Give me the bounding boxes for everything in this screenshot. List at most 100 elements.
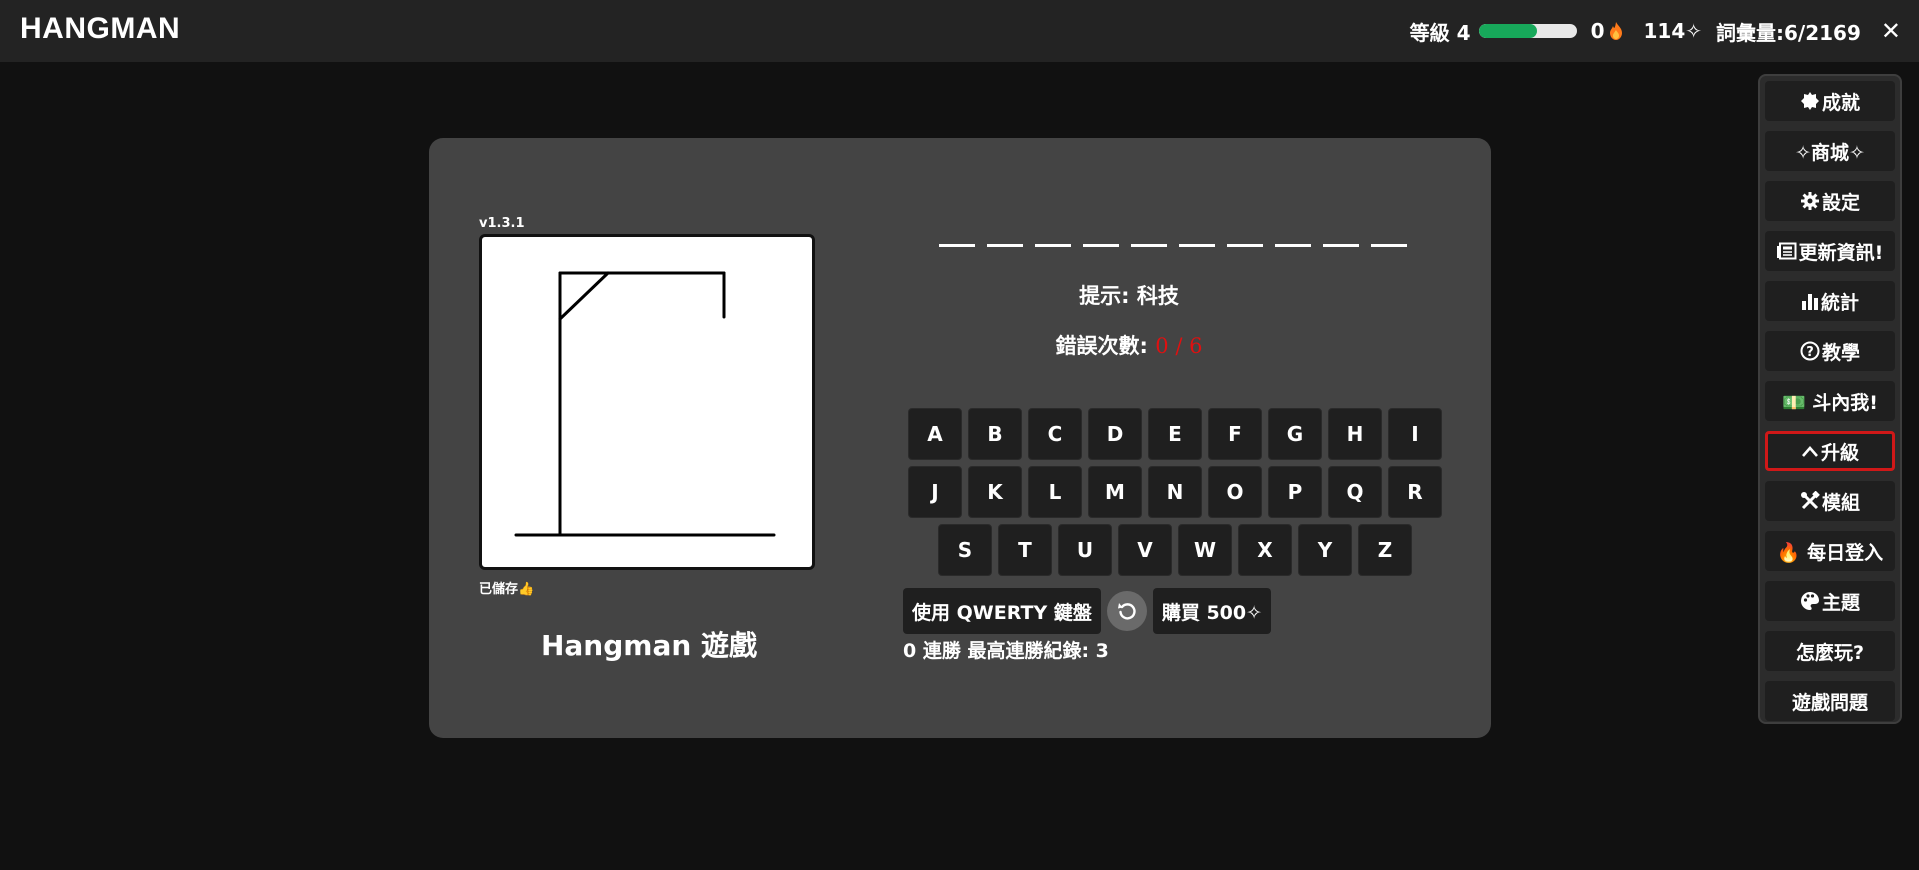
letter-key-h[interactable]: H bbox=[1328, 408, 1382, 460]
tutorial-label: 教學 bbox=[1821, 341, 1860, 364]
theme-label: 主題 bbox=[1821, 591, 1860, 614]
close-icon[interactable]: ✕ bbox=[1881, 17, 1901, 45]
reset-button[interactable] bbox=[1106, 591, 1147, 631]
gear-icon bbox=[1800, 192, 1819, 210]
letter-key-e[interactable]: E bbox=[1148, 408, 1202, 460]
letter-blank bbox=[1275, 216, 1311, 247]
how-to-play-button[interactable]: 怎麼玩? bbox=[1765, 631, 1895, 671]
keyboard-tools: 使用 QWERTY 鍵盤 購買 500✧ bbox=[903, 588, 1272, 634]
settings-label: 設定 bbox=[1821, 191, 1860, 214]
letter-blank bbox=[1131, 216, 1167, 247]
gallows-drawing bbox=[514, 271, 776, 537]
letter-key-v[interactable]: V bbox=[1118, 524, 1172, 576]
letter-blank bbox=[1035, 216, 1071, 247]
game-panel: v1.3.1 已儲存👍 Hangman 遊戲 提示: 科技 錯誤次數: 0 / … bbox=[429, 138, 1491, 738]
letter-blank bbox=[1083, 216, 1119, 247]
letter-key-x[interactable]: X bbox=[1238, 524, 1292, 576]
letter-blank bbox=[939, 216, 975, 247]
letter-key-w[interactable]: W bbox=[1178, 524, 1232, 576]
letter-key-d[interactable]: D bbox=[1088, 408, 1142, 460]
letter-key-z[interactable]: Z bbox=[1358, 524, 1412, 576]
vocab-label: 詞彙量:6/2169 bbox=[1716, 20, 1861, 45]
vocab-indicator: 詞彙量:6/2169 bbox=[1716, 17, 1861, 46]
letter-blank bbox=[1323, 216, 1359, 247]
points-indicator: 114✧ bbox=[1643, 19, 1702, 43]
settings-button[interactable]: 設定 bbox=[1765, 181, 1895, 221]
letter-key-t[interactable]: T bbox=[998, 524, 1052, 576]
tutorial-button[interactable]: ? 教學 bbox=[1765, 331, 1895, 371]
letter-key-r[interactable]: R bbox=[1388, 466, 1442, 518]
points-value: 114✧ bbox=[1643, 19, 1702, 43]
side-menu: 成就 ✧商城✧ 設定 更新資訊! 統計 ? 教學 💵 斗內我! 升級 模組 🔥 … bbox=[1758, 74, 1902, 724]
letter-key-b[interactable]: B bbox=[968, 408, 1022, 460]
version-label: v1.3.1 bbox=[479, 216, 525, 231]
achievements-label: 成就 bbox=[1821, 91, 1860, 114]
question-circle-icon: ? bbox=[1800, 341, 1820, 361]
letter-key-c[interactable]: C bbox=[1028, 408, 1082, 460]
saved-label: 已儲存👍 bbox=[479, 582, 535, 597]
statistics-label: 統計 bbox=[1820, 291, 1859, 314]
letter-key-a[interactable]: A bbox=[908, 408, 962, 460]
hint-text: 提示: 科技 bbox=[1079, 284, 1179, 308]
letter-key-j[interactable]: J bbox=[908, 466, 962, 518]
level-indicator: 等級 4 bbox=[1410, 17, 1591, 46]
flame-icon bbox=[1610, 22, 1623, 40]
letter-key-u[interactable]: U bbox=[1058, 524, 1112, 576]
letter-key-l[interactable]: L bbox=[1028, 466, 1082, 518]
chevron-up-icon bbox=[1802, 446, 1818, 457]
letter-key-k[interactable]: K bbox=[968, 466, 1022, 518]
letter-key-n[interactable]: N bbox=[1148, 466, 1202, 518]
letter-blank bbox=[1371, 216, 1407, 247]
errors-count: 0 / 6 bbox=[1155, 334, 1203, 358]
daily-login-label: 🔥 每日登入 bbox=[1776, 541, 1884, 564]
win-streak-text: 0 連勝 最高連勝紀錄: 3 bbox=[903, 640, 1109, 662]
updates-label: 更新資訊! bbox=[1798, 241, 1884, 264]
error-counter: 錯誤次數: 0 / 6 bbox=[879, 330, 1379, 360]
level-label: 等級 4 bbox=[1409, 20, 1471, 45]
game-issues-label: 遊戲問題 bbox=[1791, 691, 1868, 714]
streak-indicator: 0 bbox=[1591, 19, 1626, 43]
buy-button[interactable]: 購買 500✧ bbox=[1152, 588, 1272, 634]
theme-button[interactable]: 主題 bbox=[1765, 581, 1895, 621]
letter-key-o[interactable]: O bbox=[1208, 466, 1262, 518]
letter-key-q[interactable]: Q bbox=[1328, 466, 1382, 518]
letter-blank bbox=[987, 216, 1023, 247]
word-blanks bbox=[939, 216, 1407, 247]
letter-key-y[interactable]: Y bbox=[1298, 524, 1352, 576]
letter-keyboard: ABCDEFGHI JKLMNOPQR STUVWXYZ bbox=[905, 408, 1445, 582]
how-to-play-label: 怎麼玩? bbox=[1795, 641, 1865, 664]
letter-key-f[interactable]: F bbox=[1208, 408, 1262, 460]
qwerty-toggle-button[interactable]: 使用 QWERTY 鍵盤 bbox=[903, 588, 1101, 634]
shop-button[interactable]: ✧商城✧ bbox=[1765, 131, 1895, 171]
game-title: Hangman 遊戲 bbox=[540, 629, 758, 662]
daily-login-button[interactable]: 🔥 每日登入 bbox=[1765, 531, 1895, 571]
hangman-canvas bbox=[479, 234, 815, 570]
game-issues-button[interactable]: 遊戲問題 bbox=[1765, 681, 1895, 721]
letter-key-s[interactable]: S bbox=[938, 524, 992, 576]
letter-key-m[interactable]: M bbox=[1088, 466, 1142, 518]
level-progress-fill bbox=[1478, 24, 1538, 38]
statistics-button[interactable]: 統計 bbox=[1765, 281, 1895, 321]
streak-count: 0 bbox=[1590, 19, 1605, 43]
keyboard-row: STUVWXYZ bbox=[905, 524, 1445, 576]
letter-blank bbox=[1227, 216, 1263, 247]
app-title: HANGMAN bbox=[20, 12, 181, 45]
palette-icon bbox=[1800, 592, 1819, 610]
badge-icon bbox=[1800, 92, 1819, 110]
upgrade-button[interactable]: 升級 bbox=[1765, 431, 1895, 471]
reset-icon bbox=[1117, 603, 1136, 620]
status-area: 等級 4 0 114✧ 詞彙量:6/2169 ✕ bbox=[1410, 0, 1901, 62]
mods-button[interactable]: 模組 bbox=[1765, 481, 1895, 521]
letter-key-g[interactable]: G bbox=[1268, 408, 1322, 460]
letter-key-i[interactable]: I bbox=[1388, 408, 1442, 460]
svg-text:?: ? bbox=[1806, 345, 1814, 360]
letter-key-p[interactable]: P bbox=[1268, 466, 1322, 518]
newspaper-icon bbox=[1776, 242, 1797, 260]
upgrade-label: 升級 bbox=[1820, 441, 1859, 464]
achievements-button[interactable]: 成就 bbox=[1765, 81, 1895, 121]
level-progress-bar bbox=[1478, 24, 1577, 38]
updates-button[interactable]: 更新資訊! bbox=[1765, 231, 1895, 271]
mods-label: 模組 bbox=[1821, 491, 1860, 514]
donate-button[interactable]: 💵 斗內我! bbox=[1765, 381, 1895, 421]
keyboard-row: ABCDEFGHI bbox=[905, 408, 1445, 460]
